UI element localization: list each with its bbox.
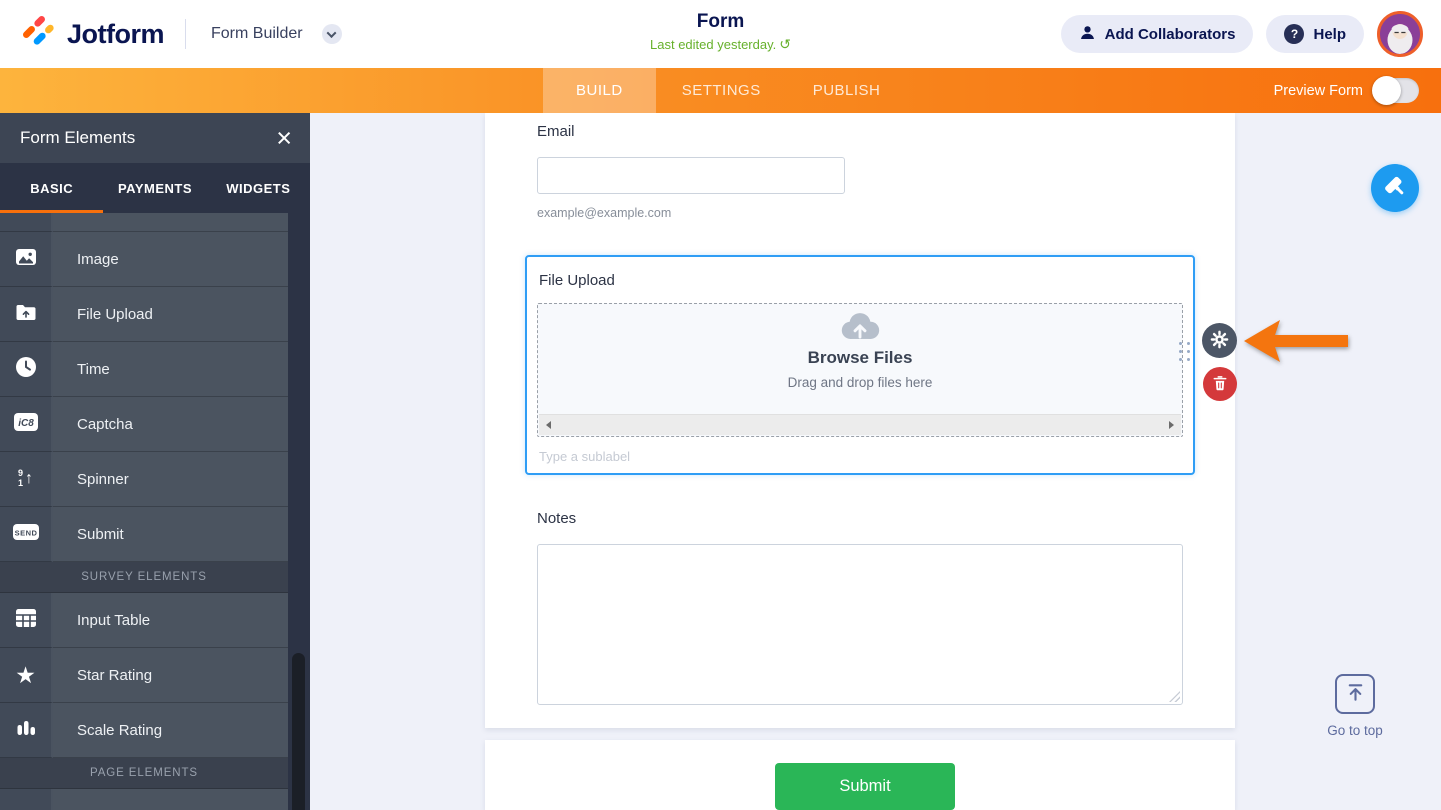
tab-basic[interactable]: BASIC bbox=[0, 163, 104, 213]
form-designer-button[interactable] bbox=[1371, 164, 1419, 212]
scroll-right-icon[interactable] bbox=[1169, 421, 1174, 429]
svg-text:iC8: iC8 bbox=[18, 418, 34, 429]
add-collaborators-button[interactable]: Add Collaborators bbox=[1060, 15, 1254, 53]
file-dropzone[interactable]: Browse Files Drag and drop files here bbox=[537, 303, 1183, 437]
section-header-page: PAGE ELEMENTS bbox=[0, 758, 310, 789]
browse-files-button[interactable]: Browse Files bbox=[538, 348, 1182, 368]
notes-textarea[interactable] bbox=[537, 544, 1183, 705]
element-item-submit[interactable]: SEND Submit bbox=[0, 507, 310, 562]
captcha-icon: iC8 bbox=[13, 412, 39, 437]
go-to-top: Go to top bbox=[1313, 674, 1397, 738]
scale-rating-icon bbox=[15, 717, 37, 744]
close-icon[interactable]: × bbox=[276, 124, 292, 152]
notes-field-label[interactable]: Notes bbox=[537, 510, 576, 527]
jotform-logo-icon[interactable] bbox=[22, 15, 56, 54]
file-upload-label[interactable]: File Upload bbox=[539, 272, 615, 289]
gear-icon bbox=[1210, 330, 1229, 352]
drag-handle-dots[interactable] bbox=[1179, 342, 1190, 361]
element-item-time[interactable]: Time bbox=[0, 342, 310, 397]
file-upload-icon bbox=[15, 302, 37, 327]
product-name: Form Builder bbox=[211, 25, 303, 42]
form-elements-panel: Form Elements × BASIC PAYMENTS WIDGETS I… bbox=[0, 113, 310, 810]
element-item-scale-rating[interactable]: Scale Rating bbox=[0, 703, 310, 758]
element-item-file-upload[interactable]: File Upload bbox=[0, 287, 310, 342]
email-field-label[interactable]: Email bbox=[537, 123, 575, 140]
email-sublabel: example@example.com bbox=[537, 206, 672, 220]
product-switcher-button[interactable] bbox=[321, 24, 342, 44]
tab-payments[interactable]: PAYMENTS bbox=[103, 163, 206, 213]
header-divider bbox=[185, 19, 186, 49]
file-upload-field-selected[interactable]: File Upload Browse Files Drag and drop f… bbox=[525, 255, 1195, 475]
element-item-input-table[interactable]: Input Table bbox=[0, 593, 310, 648]
time-icon bbox=[15, 356, 37, 383]
tab-widgets[interactable]: WIDGETS bbox=[207, 163, 310, 213]
submit-card: Submit bbox=[485, 740, 1235, 810]
toggle-knob bbox=[1372, 76, 1401, 105]
panel-title: Form Elements bbox=[20, 128, 136, 147]
tab-build[interactable]: BUILD bbox=[543, 68, 656, 113]
svg-text:SEND: SEND bbox=[14, 528, 37, 537]
form-canvas-card: Email example@example.com File Upload Br… bbox=[485, 113, 1235, 728]
drag-drop-hint: Drag and drop files here bbox=[787, 375, 933, 390]
field-delete-button[interactable] bbox=[1203, 367, 1237, 401]
annotation-arrow-icon bbox=[1241, 317, 1351, 370]
go-to-top-label: Go to top bbox=[1327, 723, 1383, 738]
trash-icon bbox=[1213, 375, 1227, 394]
element-item-captcha[interactable]: iC8 Captcha bbox=[0, 397, 310, 452]
scroll-left-icon[interactable] bbox=[546, 421, 551, 429]
tab-publish[interactable]: PUBLISH bbox=[787, 68, 907, 113]
send-icon: SEND bbox=[12, 523, 40, 546]
sidebar-scrollbar[interactable] bbox=[292, 653, 305, 810]
element-item-image[interactable]: Image bbox=[0, 232, 310, 287]
chevron-down-icon bbox=[326, 27, 337, 38]
undo-icon[interactable]: ↺ bbox=[779, 36, 791, 52]
email-input[interactable] bbox=[537, 157, 845, 194]
element-item-divider[interactable]: Divider bbox=[0, 789, 310, 810]
paint-roller-icon bbox=[1383, 174, 1408, 202]
dropzone-horizontal-scrollbar[interactable] bbox=[539, 414, 1181, 435]
element-item-spinner[interactable]: 91 ↑ Spinner bbox=[0, 452, 310, 507]
builder-nav: BUILD SETTINGS PUBLISH Preview Form bbox=[0, 68, 1441, 113]
input-table-icon bbox=[15, 608, 37, 633]
list-item-partial bbox=[0, 213, 310, 232]
avatar[interactable] bbox=[1377, 11, 1423, 57]
tab-settings[interactable]: SETTINGS bbox=[656, 68, 787, 113]
cloud-upload-icon bbox=[538, 311, 1182, 347]
preview-form-toggle[interactable] bbox=[1372, 76, 1419, 105]
field-settings-button[interactable] bbox=[1202, 323, 1237, 358]
image-icon bbox=[15, 246, 37, 273]
person-icon bbox=[1079, 24, 1096, 45]
element-item-star-rating[interactable]: ★ Star Rating bbox=[0, 648, 310, 703]
jotform-wordmark[interactable]: Jotform bbox=[67, 19, 165, 50]
help-button[interactable]: ? Help bbox=[1266, 15, 1364, 53]
star-rating-icon: ★ bbox=[15, 661, 36, 688]
go-to-top-button[interactable] bbox=[1335, 674, 1375, 714]
arrow-up-to-line-icon bbox=[1344, 681, 1367, 707]
preview-form-label: Preview Form bbox=[1273, 82, 1363, 99]
app-header: Jotform Form Builder Form Last edited ye… bbox=[0, 0, 1441, 68]
question-icon: ? bbox=[1284, 24, 1305, 44]
section-header-survey: SURVEY ELEMENTS bbox=[0, 562, 310, 593]
divider-icon bbox=[15, 803, 37, 810]
spinner-icon: 91 ↑ bbox=[17, 468, 33, 488]
submit-button[interactable]: Submit bbox=[775, 763, 955, 810]
sublabel-placeholder[interactable]: Type a sublabel bbox=[539, 449, 630, 464]
